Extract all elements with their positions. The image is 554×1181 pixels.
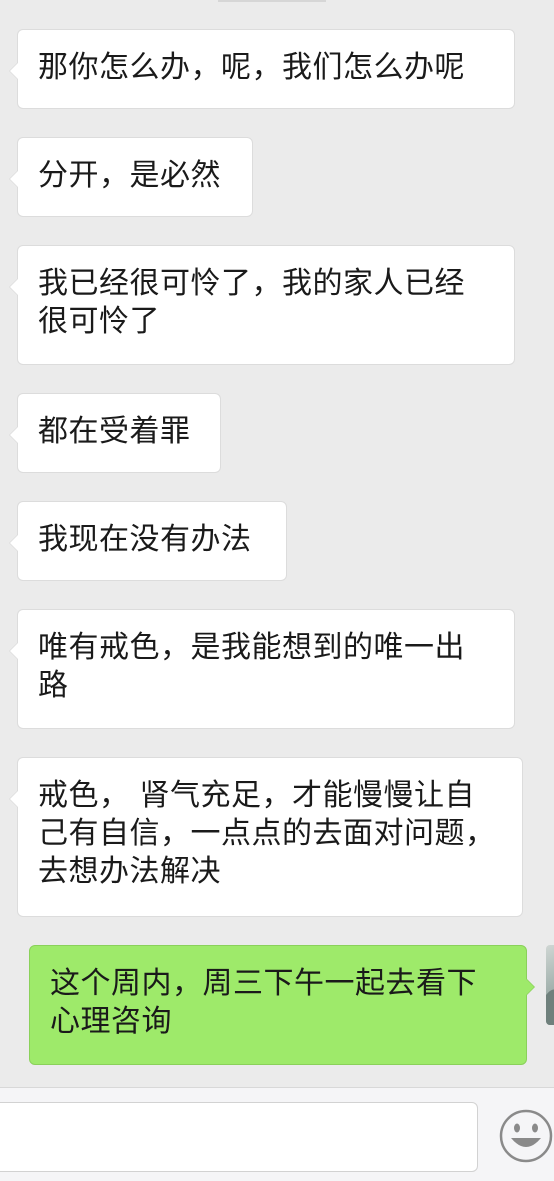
message-bubble-received[interactable]: 唯有戒色，是我能想到的唯一出路 [9,609,515,729]
chat-message-list[interactable]: 那你怎么办，呢，我们怎么办呢 分开，是必然 我已经很可怜了，我的家人已经很可怜了… [0,0,554,1087]
message-text: 唯有戒色，是我能想到的唯一出路 [38,630,465,703]
message-input[interactable] [0,1102,478,1172]
message-text: 都在受着罪 [38,414,191,449]
message-bubble-received[interactable]: 我现在没有办法 [9,501,287,581]
message-bubble-received[interactable]: 戒色， 肾气充足，才能慢慢让自己有自信，一点点的去面对问题，去想办法解决 [9,757,523,917]
emoji-smiley-icon [499,1109,553,1163]
avatar-image-icon [546,989,554,1025]
message-text: 我现在没有办法 [38,522,252,557]
user-avatar[interactable] [546,945,554,1025]
message-bubble-received[interactable]: 我已经很可怜了，我的家人已经很可怜了 [9,245,515,365]
message-text: 分开，是必然 [38,158,221,193]
emoji-button[interactable] [498,1108,554,1164]
message-bubble-received[interactable]: 分开，是必然 [9,137,253,217]
message-bubble-received[interactable]: 那你怎么办，呢，我们怎么办呢 [9,29,515,109]
message-text: 我已经很可怜了，我的家人已经很可怜了 [38,266,465,339]
message-text: 那你怎么办，呢，我们怎么办呢 [38,50,465,85]
input-bar [0,1087,554,1181]
message-text: 戒色， 肾气充足，才能慢慢让自己有自信，一点点的去面对问题，去想办法解决 [38,778,496,889]
message-text: 这个周内，周三下午一起去看下心理咨询 [50,966,477,1039]
message-bubble-sent[interactable]: 这个周内，周三下午一起去看下心理咨询 [29,945,535,1065]
message-bubble-received[interactable]: 都在受着罪 [9,393,221,473]
